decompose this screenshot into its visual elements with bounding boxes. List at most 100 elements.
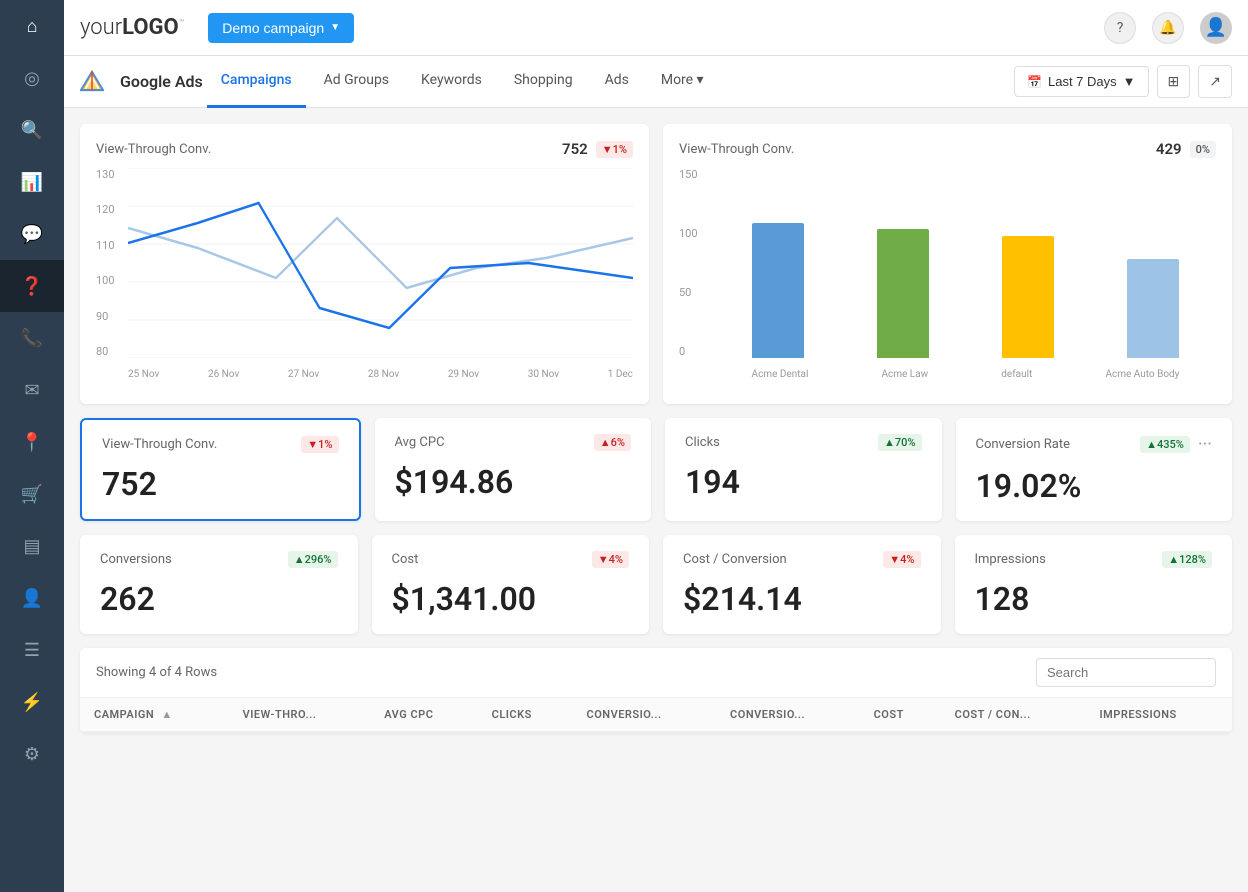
bar-chart-badge: 0% — [1190, 141, 1216, 158]
nav-plugin[interactable]: ⚡ — [0, 676, 64, 728]
nav-home[interactable]: ⌂ — [0, 0, 64, 52]
nav-analytics[interactable]: 📊 — [0, 156, 64, 208]
metric-value-cost: $1,341.00 — [392, 580, 630, 618]
bar-chart-header: View-Through Conv. 429 0% — [679, 140, 1216, 158]
metric-badge-conversions: ▲296% — [288, 551, 338, 568]
metric-card-view-through[interactable]: View-Through Conv. ▼1% 752 — [80, 418, 361, 521]
metric-card-conversions[interactable]: Conversions ▲296% 262 — [80, 535, 358, 634]
line-chart-badge: ▼1% — [596, 141, 633, 158]
metric-card-avg-cpc[interactable]: Avg CPC ▲6% $194.86 — [375, 418, 652, 521]
nav-mail[interactable]: ✉ — [0, 364, 64, 416]
metric-card-cost-conversion[interactable]: Cost / Conversion ▼4% $214.14 — [663, 535, 941, 634]
bar-acme-auto-bar — [1127, 259, 1179, 358]
metric-value-view-through: 752 — [102, 465, 339, 503]
line-chart-svg-area — [128, 168, 633, 358]
metric-badge-conversion-rate: ▲435% — [1140, 436, 1190, 453]
metric-value-conversions: 262 — [100, 580, 338, 618]
share-button[interactable]: ↗ — [1198, 65, 1232, 98]
nav-phone[interactable]: 📞 — [0, 312, 64, 364]
tab-campaigns[interactable]: Campaigns — [207, 56, 306, 108]
metric-name-conversions: Conversions — [100, 552, 172, 567]
bar-chart-card: View-Through Conv. 429 0% 150 100 50 0 — [663, 124, 1232, 404]
metric-card-conversion-rate[interactable]: Conversion Rate ▲435% ··· 19.02% — [956, 418, 1233, 521]
metric-value-cost-conversion: $214.14 — [683, 580, 921, 618]
metric-card-cost[interactable]: Cost ▼4% $1,341.00 — [372, 535, 650, 634]
top-bar-right: ? 🔔 👤 — [1104, 12, 1232, 44]
metric-name-view-through: View-Through Conv. — [102, 437, 217, 452]
nav-settings[interactable]: ⚙ — [0, 728, 64, 780]
help-button[interactable]: ? — [1104, 12, 1136, 44]
nav-chat[interactable]: 💬 — [0, 208, 64, 260]
col-campaign[interactable]: CAMPAIGN ▲ — [80, 698, 229, 732]
metric-name-cost: Cost — [392, 552, 419, 567]
tab-ad-groups[interactable]: Ad Groups — [310, 56, 403, 108]
metric-name-clicks: Clicks — [685, 435, 720, 450]
metric-name-impressions: Impressions — [975, 552, 1046, 567]
nav-active[interactable]: ❓ — [0, 260, 64, 312]
table-info: Showing 4 of 4 Rows — [96, 665, 217, 680]
demo-btn-arrow: ▼ — [330, 22, 340, 33]
sub-nav-right: 📅 Last 7 Days ▼ ⊞ ↗ — [1014, 65, 1232, 98]
bar-default-bar — [1002, 236, 1054, 358]
metric-value-impressions: 128 — [975, 580, 1213, 618]
col-clicks[interactable]: CLICKS — [478, 698, 573, 732]
notifications-button[interactable]: 🔔 — [1152, 12, 1184, 44]
tab-ads[interactable]: Ads — [591, 56, 643, 108]
metric-row-1: View-Through Conv. ▼1% 752 Avg CPC ▲6% $… — [80, 418, 1232, 521]
col-conversions-1[interactable]: CONVERSIO... — [573, 698, 717, 732]
nav-user[interactable]: 👤 — [0, 572, 64, 624]
table-section: Showing 4 of 4 Rows CAMPAIGN ▲ VIEW-THRO… — [80, 648, 1232, 733]
col-cost[interactable]: COST — [860, 698, 941, 732]
avatar[interactable]: 👤 — [1200, 12, 1232, 44]
nav-search[interactable]: 🔍 — [0, 104, 64, 156]
nav-list[interactable]: ▤ — [0, 520, 64, 572]
bar-acme-dental — [752, 168, 804, 358]
line-chart-container: 130 120 110 100 90 80 — [96, 168, 633, 388]
col-avg-cpc[interactable]: AVG CPC — [370, 698, 477, 732]
metric-badge-cost: ▼4% — [592, 551, 629, 568]
bar-default — [1002, 168, 1054, 358]
bar-acme-auto — [1127, 168, 1179, 358]
date-range-button[interactable]: 📅 Last 7 Days ▼ — [1014, 66, 1148, 97]
nav-location[interactable]: 📍 — [0, 416, 64, 468]
metric-card-impressions[interactable]: Impressions ▲128% 128 — [955, 535, 1233, 634]
nav-reports[interactable]: ◎ — [0, 52, 64, 104]
data-table: CAMPAIGN ▲ VIEW-THRO... AVG CPC CLICKS C… — [80, 698, 1232, 733]
sort-icon: ▲ — [161, 708, 172, 721]
bar-acme-dental-bar — [752, 223, 804, 358]
search-input[interactable] — [1036, 658, 1216, 687]
top-bar: yourLOGO™ Demo campaign ▼ ? 🔔 👤 — [64, 0, 1248, 56]
metric-value-clicks: 194 — [685, 463, 922, 501]
col-cost-con[interactable]: COST / CON... — [941, 698, 1086, 732]
nav-menu[interactable]: ☰ — [0, 624, 64, 676]
bar-y-labels: 150 100 50 0 — [679, 168, 711, 358]
demo-campaign-button[interactable]: Demo campaign ▼ — [208, 13, 354, 43]
table-header: CAMPAIGN ▲ VIEW-THRO... AVG CPC CLICKS C… — [80, 698, 1232, 732]
logo: yourLOGO™ — [80, 15, 184, 40]
tab-more[interactable]: More ▾ — [647, 56, 718, 108]
tab-keywords[interactable]: Keywords — [407, 56, 496, 108]
line-chart-header: View-Through Conv. 752 ▼1% — [96, 140, 633, 158]
content-area: View-Through Conv. 752 ▼1% 130 120 110 1… — [64, 108, 1248, 892]
chart-view-button[interactable]: ⊞ — [1157, 65, 1191, 98]
y-axis-labels: 130 120 110 100 90 80 — [96, 168, 126, 358]
table-toolbar: Showing 4 of 4 Rows — [80, 648, 1232, 698]
metric-badge-clicks: ▲70% — [878, 434, 922, 451]
col-impressions[interactable]: IMPRESSIONS — [1086, 698, 1233, 732]
google-ads-label: Google Ads — [120, 72, 203, 91]
metric-more-button[interactable]: ··· — [1198, 434, 1212, 455]
bar-acme-law — [877, 168, 929, 358]
google-ads-icon — [80, 70, 104, 94]
metric-value-avg-cpc: $194.86 — [395, 463, 632, 501]
sub-nav: Google Ads Campaigns Ad Groups Keywords … — [64, 56, 1248, 108]
line-chart-value: 752 — [562, 140, 588, 158]
col-conversions-2[interactable]: CONVERSIO... — [716, 698, 860, 732]
metric-badge-view-through: ▼1% — [301, 436, 338, 453]
metric-card-clicks[interactable]: Clicks ▲70% 194 — [665, 418, 942, 521]
nav-shopping[interactable]: 🛒 — [0, 468, 64, 520]
charts-row: View-Through Conv. 752 ▼1% 130 120 110 1… — [80, 124, 1232, 404]
metric-badge-cost-conversion: ▼4% — [883, 551, 920, 568]
tab-shopping[interactable]: Shopping — [500, 56, 587, 108]
col-view-through[interactable]: VIEW-THRO... — [229, 698, 371, 732]
demo-btn-label: Demo campaign — [222, 20, 324, 36]
